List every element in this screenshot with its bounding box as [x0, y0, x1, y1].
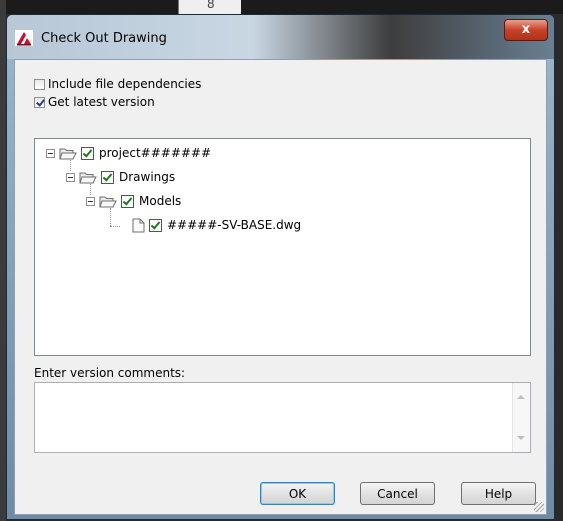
- get-latest-checkbox[interactable]: [34, 96, 45, 108]
- models-checkbox[interactable]: [121, 194, 134, 208]
- file-tree[interactable]: project####### Drawings Models #####-SV-…: [34, 138, 531, 356]
- open-folder-icon: [59, 148, 77, 159]
- scroll-up-arrow-icon[interactable]: [517, 395, 525, 399]
- tree-node-label: Drawings: [119, 170, 176, 184]
- include-dependencies-option[interactable]: Include file dependencies: [34, 76, 201, 92]
- version-comments-textarea[interactable]: [34, 382, 531, 453]
- app-icon: [15, 30, 33, 46]
- tree-node-label: Models: [139, 194, 182, 208]
- help-button[interactable]: Help: [461, 482, 536, 505]
- drawings-checkbox[interactable]: [101, 170, 114, 184]
- collapse-icon[interactable]: [86, 196, 95, 206]
- tree-connector: [110, 208, 111, 226]
- resize-grip-icon[interactable]: [534, 502, 544, 512]
- tree-connector: [110, 226, 120, 227]
- tree-node-label: #####-SV-BASE.dwg: [167, 218, 302, 232]
- scroll-down-arrow-icon[interactable]: [517, 436, 525, 440]
- close-button[interactable]: x: [504, 19, 548, 41]
- ok-button[interactable]: OK: [260, 482, 335, 505]
- get-latest-label: Get latest version: [48, 95, 155, 109]
- comments-scrollbar[interactable]: [512, 383, 530, 452]
- dialog-title: Check Out Drawing: [41, 31, 167, 46]
- include-dependencies-checkbox[interactable]: [34, 78, 45, 90]
- title-bar[interactable]: Check Out Drawing x: [7, 15, 554, 59]
- tree-node-file[interactable]: #####-SV-BASE.dwg: [132, 217, 301, 233]
- open-folder-icon: [79, 172, 97, 183]
- document-icon: [132, 218, 145, 232]
- cancel-button[interactable]: Cancel: [360, 482, 435, 505]
- collapse-icon[interactable]: [66, 172, 75, 182]
- close-icon: x: [521, 22, 531, 37]
- tree-node-label: project#######: [99, 146, 212, 160]
- open-folder-icon: [99, 196, 117, 207]
- tree-node-models[interactable]: Models: [86, 193, 181, 209]
- include-dependencies-label: Include file dependencies: [48, 77, 202, 91]
- get-latest-option[interactable]: Get latest version: [34, 94, 155, 110]
- tree-node-drawings[interactable]: Drawings: [66, 169, 175, 185]
- background-window-strip: [0, 0, 563, 14]
- project-checkbox[interactable]: [81, 146, 94, 160]
- collapse-icon[interactable]: [46, 148, 55, 158]
- comments-label: Enter version comments:: [34, 366, 186, 380]
- file-checkbox[interactable]: [149, 218, 162, 232]
- check-out-dialog: Check Out Drawing x Include file depende…: [6, 14, 555, 520]
- dialog-body: Include file dependencies Get latest ver…: [14, 59, 547, 515]
- tree-node-project[interactable]: project#######: [46, 145, 211, 161]
